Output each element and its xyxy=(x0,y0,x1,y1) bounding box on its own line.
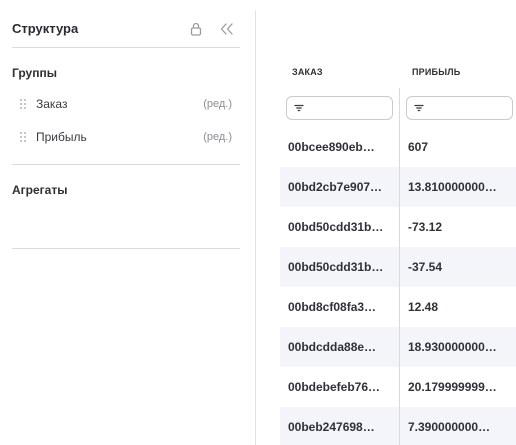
aggregates-label: Агрегаты xyxy=(12,183,68,197)
column-header-order[interactable]: ЗАКАЗ xyxy=(292,66,323,78)
groups-label: Группы xyxy=(12,66,57,80)
table-cell: -73.12 xyxy=(408,220,443,234)
panel-header: Структура xyxy=(12,20,240,38)
drag-handle-icon[interactable] xyxy=(19,97,27,109)
table-cell: 607 xyxy=(408,140,429,154)
table-row[interactable]: 00bdcdda88e… 18.930000000… xyxy=(280,327,516,367)
table-cell: 13.810000000… xyxy=(408,180,497,194)
panel-title: Структура xyxy=(12,21,79,36)
table-row[interactable]: 00bd50cdd31b… -73.12 xyxy=(280,207,516,247)
table-cell: 12.48 xyxy=(408,300,439,314)
edit-link[interactable]: (ред.) xyxy=(203,128,232,146)
group-label: Прибыль xyxy=(36,130,87,144)
column-header-profit[interactable]: ПРИБЫЛЬ xyxy=(412,66,460,78)
table-row[interactable]: 00beb247698… 7.390000000… xyxy=(280,407,516,445)
filter-input-profit[interactable] xyxy=(406,96,513,120)
structure-panel: Структура Группы Заказ (ред.) Прибыль (р… xyxy=(0,0,252,445)
table-row[interactable]: 00bd50cdd31b… -37.54 xyxy=(280,247,516,287)
panel-separator xyxy=(255,10,256,445)
divider xyxy=(12,47,240,48)
edit-link[interactable]: (ред.) xyxy=(203,95,232,113)
table-cell: 18.930000000… xyxy=(408,340,497,354)
lock-icon[interactable] xyxy=(188,21,204,37)
data-table: ЗАКАЗ ПРИБЫЛЬ 00bcee890eb… 607 00bd2cb7e… xyxy=(280,0,516,445)
group-item-profit[interactable]: Прибыль (ред.) xyxy=(12,128,240,146)
table-cell: 7.390000000… xyxy=(408,420,491,434)
table-cell: 00bd50cdd31b… xyxy=(288,260,384,274)
table-cell: 20.179999999… xyxy=(408,380,497,394)
table-row[interactable]: 00bd2cb7e907… 13.810000000… xyxy=(280,167,516,207)
table-cell: 00bdcdda88e… xyxy=(288,340,377,354)
table-row[interactable]: 00bcee890eb… 607 xyxy=(280,127,516,167)
drag-handle-icon[interactable] xyxy=(19,130,27,142)
group-label: Заказ xyxy=(36,97,68,111)
table-cell: 00bd50cdd31b… xyxy=(288,220,384,234)
collapse-panel-icon[interactable] xyxy=(218,21,236,37)
table-row[interactable]: 00bd8cf08fa3… 12.48 xyxy=(280,287,516,327)
table-cell: 00bdebefeb76… xyxy=(288,380,381,394)
column-separator[interactable] xyxy=(399,88,400,445)
filter-input-order[interactable] xyxy=(286,96,393,120)
divider xyxy=(12,248,240,249)
table-cell: 00bd8cf08fa3… xyxy=(288,300,377,314)
filter-icon xyxy=(294,104,304,112)
table-cell: 00bd2cb7e907… xyxy=(288,180,383,194)
group-item-order[interactable]: Заказ (ред.) xyxy=(12,95,240,113)
table-cell: 00bcee890eb… xyxy=(288,140,375,154)
table-cell: -37.54 xyxy=(408,260,443,274)
filter-icon xyxy=(414,104,424,112)
table-row[interactable]: 00bdebefeb76… 20.179999999… xyxy=(280,367,516,407)
divider xyxy=(12,164,240,165)
table-cell: 00beb247698… xyxy=(288,420,375,434)
